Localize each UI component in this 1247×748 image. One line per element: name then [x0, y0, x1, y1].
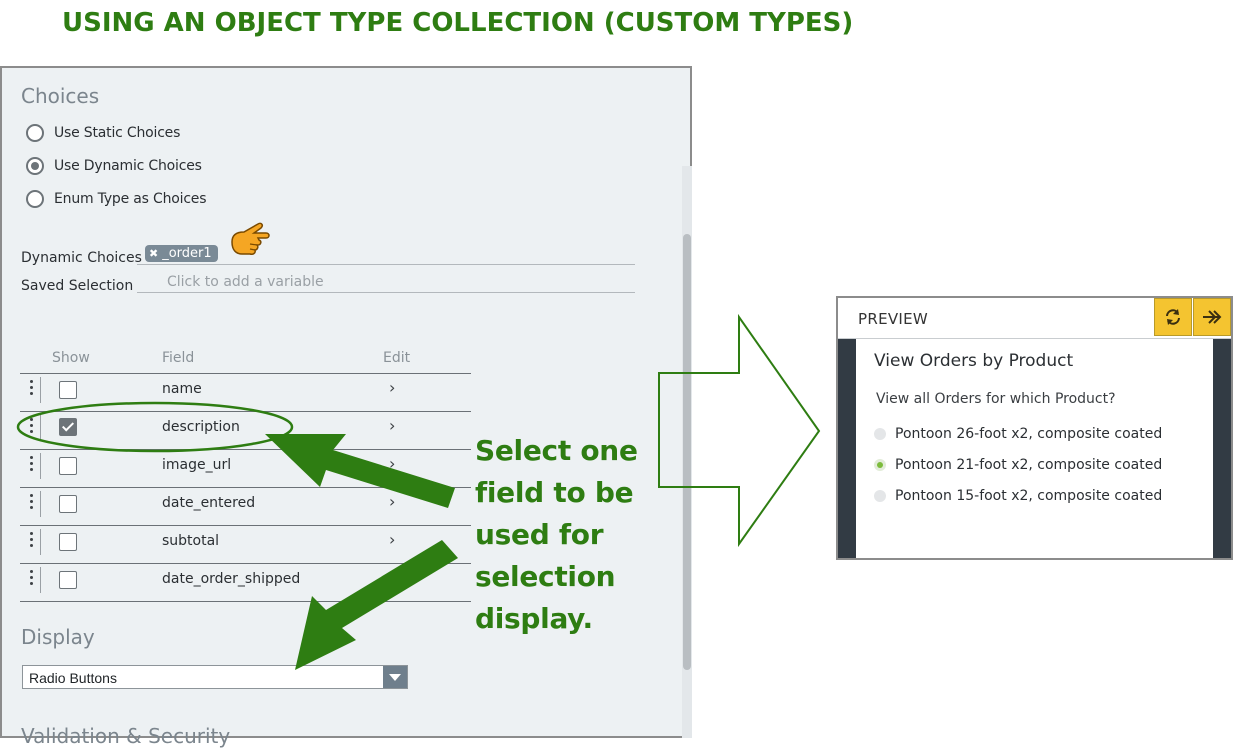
- field-name: date_entered: [162, 495, 256, 511]
- saved-selection-underline: [137, 292, 635, 293]
- saved-selection-label: Saved Selection: [21, 278, 134, 294]
- field-name: name: [162, 381, 202, 397]
- preview-option-label: Pontoon 21-foot x2, composite coated: [895, 457, 1163, 473]
- show-checkbox-description[interactable]: [59, 418, 77, 436]
- display-heading: Display: [21, 625, 95, 649]
- pointing-hand-icon: [228, 220, 272, 265]
- dynamic-choices-underline: [137, 264, 635, 265]
- chevron-down-icon[interactable]: [383, 666, 407, 688]
- preview-panel: PREVIEW View Orders by Product View all …: [836, 296, 1233, 560]
- show-checkbox-subtotal[interactable]: [59, 533, 77, 551]
- radio-static-choices[interactable]: Use Static Choices: [26, 123, 180, 143]
- double-arrow-right-icon: [1203, 310, 1222, 324]
- col-head-field: Field: [162, 350, 195, 366]
- radio-enum-choices[interactable]: Enum Type as Choices: [26, 189, 207, 209]
- refresh-button[interactable]: [1154, 298, 1192, 336]
- edit-chevron-icon[interactable]: ›: [389, 378, 395, 397]
- preview-option-label: Pontoon 26-foot x2, composite coated: [895, 426, 1163, 442]
- col-head-show: Show: [52, 350, 90, 366]
- show-checkbox-name[interactable]: [59, 381, 77, 399]
- validation-heading: Validation & Security: [21, 724, 231, 748]
- panel-scrollbar-thumb[interactable]: [683, 234, 691, 670]
- drag-separator: [40, 377, 41, 403]
- preview-left-rail: [838, 339, 856, 558]
- preview-option-label: Pontoon 15-foot x2, composite coated: [895, 488, 1163, 504]
- row-divider: [20, 411, 471, 412]
- edit-chevron-icon[interactable]: ›: [389, 530, 395, 549]
- preview-option[interactable]: Pontoon 15-foot x2, composite coated: [874, 487, 1162, 505]
- preview-form-title: View Orders by Product: [874, 351, 1074, 371]
- show-checkbox-image-url[interactable]: [59, 457, 77, 475]
- display-type-value: Radio Buttons: [29, 670, 117, 686]
- field-name: image_url: [162, 457, 232, 473]
- drag-separator: [40, 453, 41, 479]
- radio-dynamic-choices[interactable]: Use Dynamic Choices: [26, 156, 202, 176]
- radio-circle[interactable]: [26, 124, 44, 142]
- display-type-select[interactable]: Radio Buttons: [22, 665, 408, 689]
- drag-separator: [40, 529, 41, 555]
- drag-separator: [40, 491, 41, 517]
- annotation-text: Select one field to be used for selectio…: [475, 434, 638, 635]
- variable-chip[interactable]: ✖ _order1: [145, 245, 218, 262]
- page-title: USING AN OBJECT TYPE COLLECTION (CUSTOM …: [62, 8, 854, 38]
- field-name: date_order_shipped: [162, 571, 301, 587]
- drag-separator: [40, 415, 41, 441]
- row-divider: [20, 601, 471, 602]
- edit-chevron-icon[interactable]: ›: [389, 492, 395, 511]
- edit-chevron-icon[interactable]: ›: [389, 416, 395, 435]
- dynamic-choices-label: Dynamic Choices: [21, 250, 142, 266]
- field-name: description: [162, 419, 240, 435]
- preview-right-rail: [1213, 339, 1231, 558]
- choices-heading: Choices: [21, 84, 100, 108]
- radio-label: Enum Type as Choices: [54, 191, 207, 207]
- refresh-icon: [1166, 309, 1180, 325]
- edit-chevron-icon[interactable]: ›: [389, 454, 395, 473]
- radio-circle[interactable]: [26, 190, 44, 208]
- radio-label: Use Dynamic Choices: [54, 158, 202, 174]
- row-divider: [20, 449, 471, 450]
- radio-label: Use Static Choices: [54, 125, 181, 141]
- show-checkbox-date-entered[interactable]: [59, 495, 77, 513]
- col-head-edit: Edit: [383, 350, 411, 366]
- forward-button[interactable]: [1193, 298, 1231, 336]
- radio-circle[interactable]: [26, 157, 44, 175]
- preview-question: View all Orders for which Product?: [876, 391, 1116, 407]
- preview-radio[interactable]: [874, 428, 886, 440]
- row-divider: [20, 525, 471, 526]
- row-divider: [20, 563, 471, 564]
- show-checkbox-date-order-shipped[interactable]: [59, 571, 77, 589]
- remove-chip-icon[interactable]: ✖: [149, 247, 158, 260]
- edit-chevron-icon[interactable]: ›: [389, 568, 395, 587]
- saved-selection-input[interactable]: Click to add a variable: [167, 274, 324, 290]
- field-name: subtotal: [162, 533, 220, 549]
- drag-separator: [40, 567, 41, 593]
- preview-header: PREVIEW: [838, 298, 1231, 339]
- preview-radio[interactable]: [874, 459, 886, 471]
- preview-radio[interactable]: [874, 490, 886, 502]
- preview-option[interactable]: Pontoon 26-foot x2, composite coated: [874, 425, 1162, 443]
- row-divider: [20, 487, 471, 488]
- row-divider: [20, 373, 471, 374]
- preview-title: PREVIEW: [858, 310, 929, 328]
- chip-label: _order1: [162, 246, 212, 261]
- preview-option[interactable]: Pontoon 21-foot x2, composite coated: [874, 456, 1162, 474]
